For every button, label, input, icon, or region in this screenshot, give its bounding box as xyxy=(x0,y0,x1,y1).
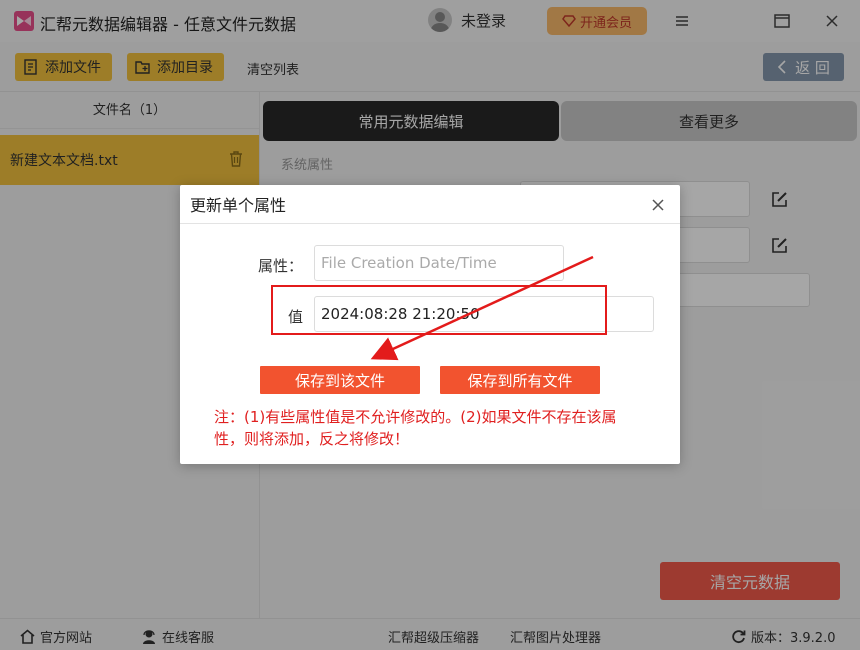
save-to-all-files-button[interactable]: 保存到所有文件 xyxy=(440,366,600,394)
save-to-file-button[interactable]: 保存到该文件 xyxy=(260,366,420,394)
dialog-header: 更新单个属性 xyxy=(180,185,680,224)
value-label: 值 xyxy=(288,308,304,326)
value-input[interactable]: 2024:08:28 21:20:50 xyxy=(314,296,654,332)
close-icon[interactable] xyxy=(652,199,664,211)
attribute-input[interactable]: File Creation Date/Time xyxy=(314,245,564,281)
update-attribute-dialog: 更新单个属性 属性： File Creation Date/Time 值 202… xyxy=(180,185,680,464)
dialog-note: 注：(1)有些属性值是不允许修改的。(2)如果文件不存在该属性，则将添加，反之将… xyxy=(214,408,617,448)
attribute-label: 属性： xyxy=(258,257,304,275)
dialog-title: 更新单个属性 xyxy=(190,196,287,215)
